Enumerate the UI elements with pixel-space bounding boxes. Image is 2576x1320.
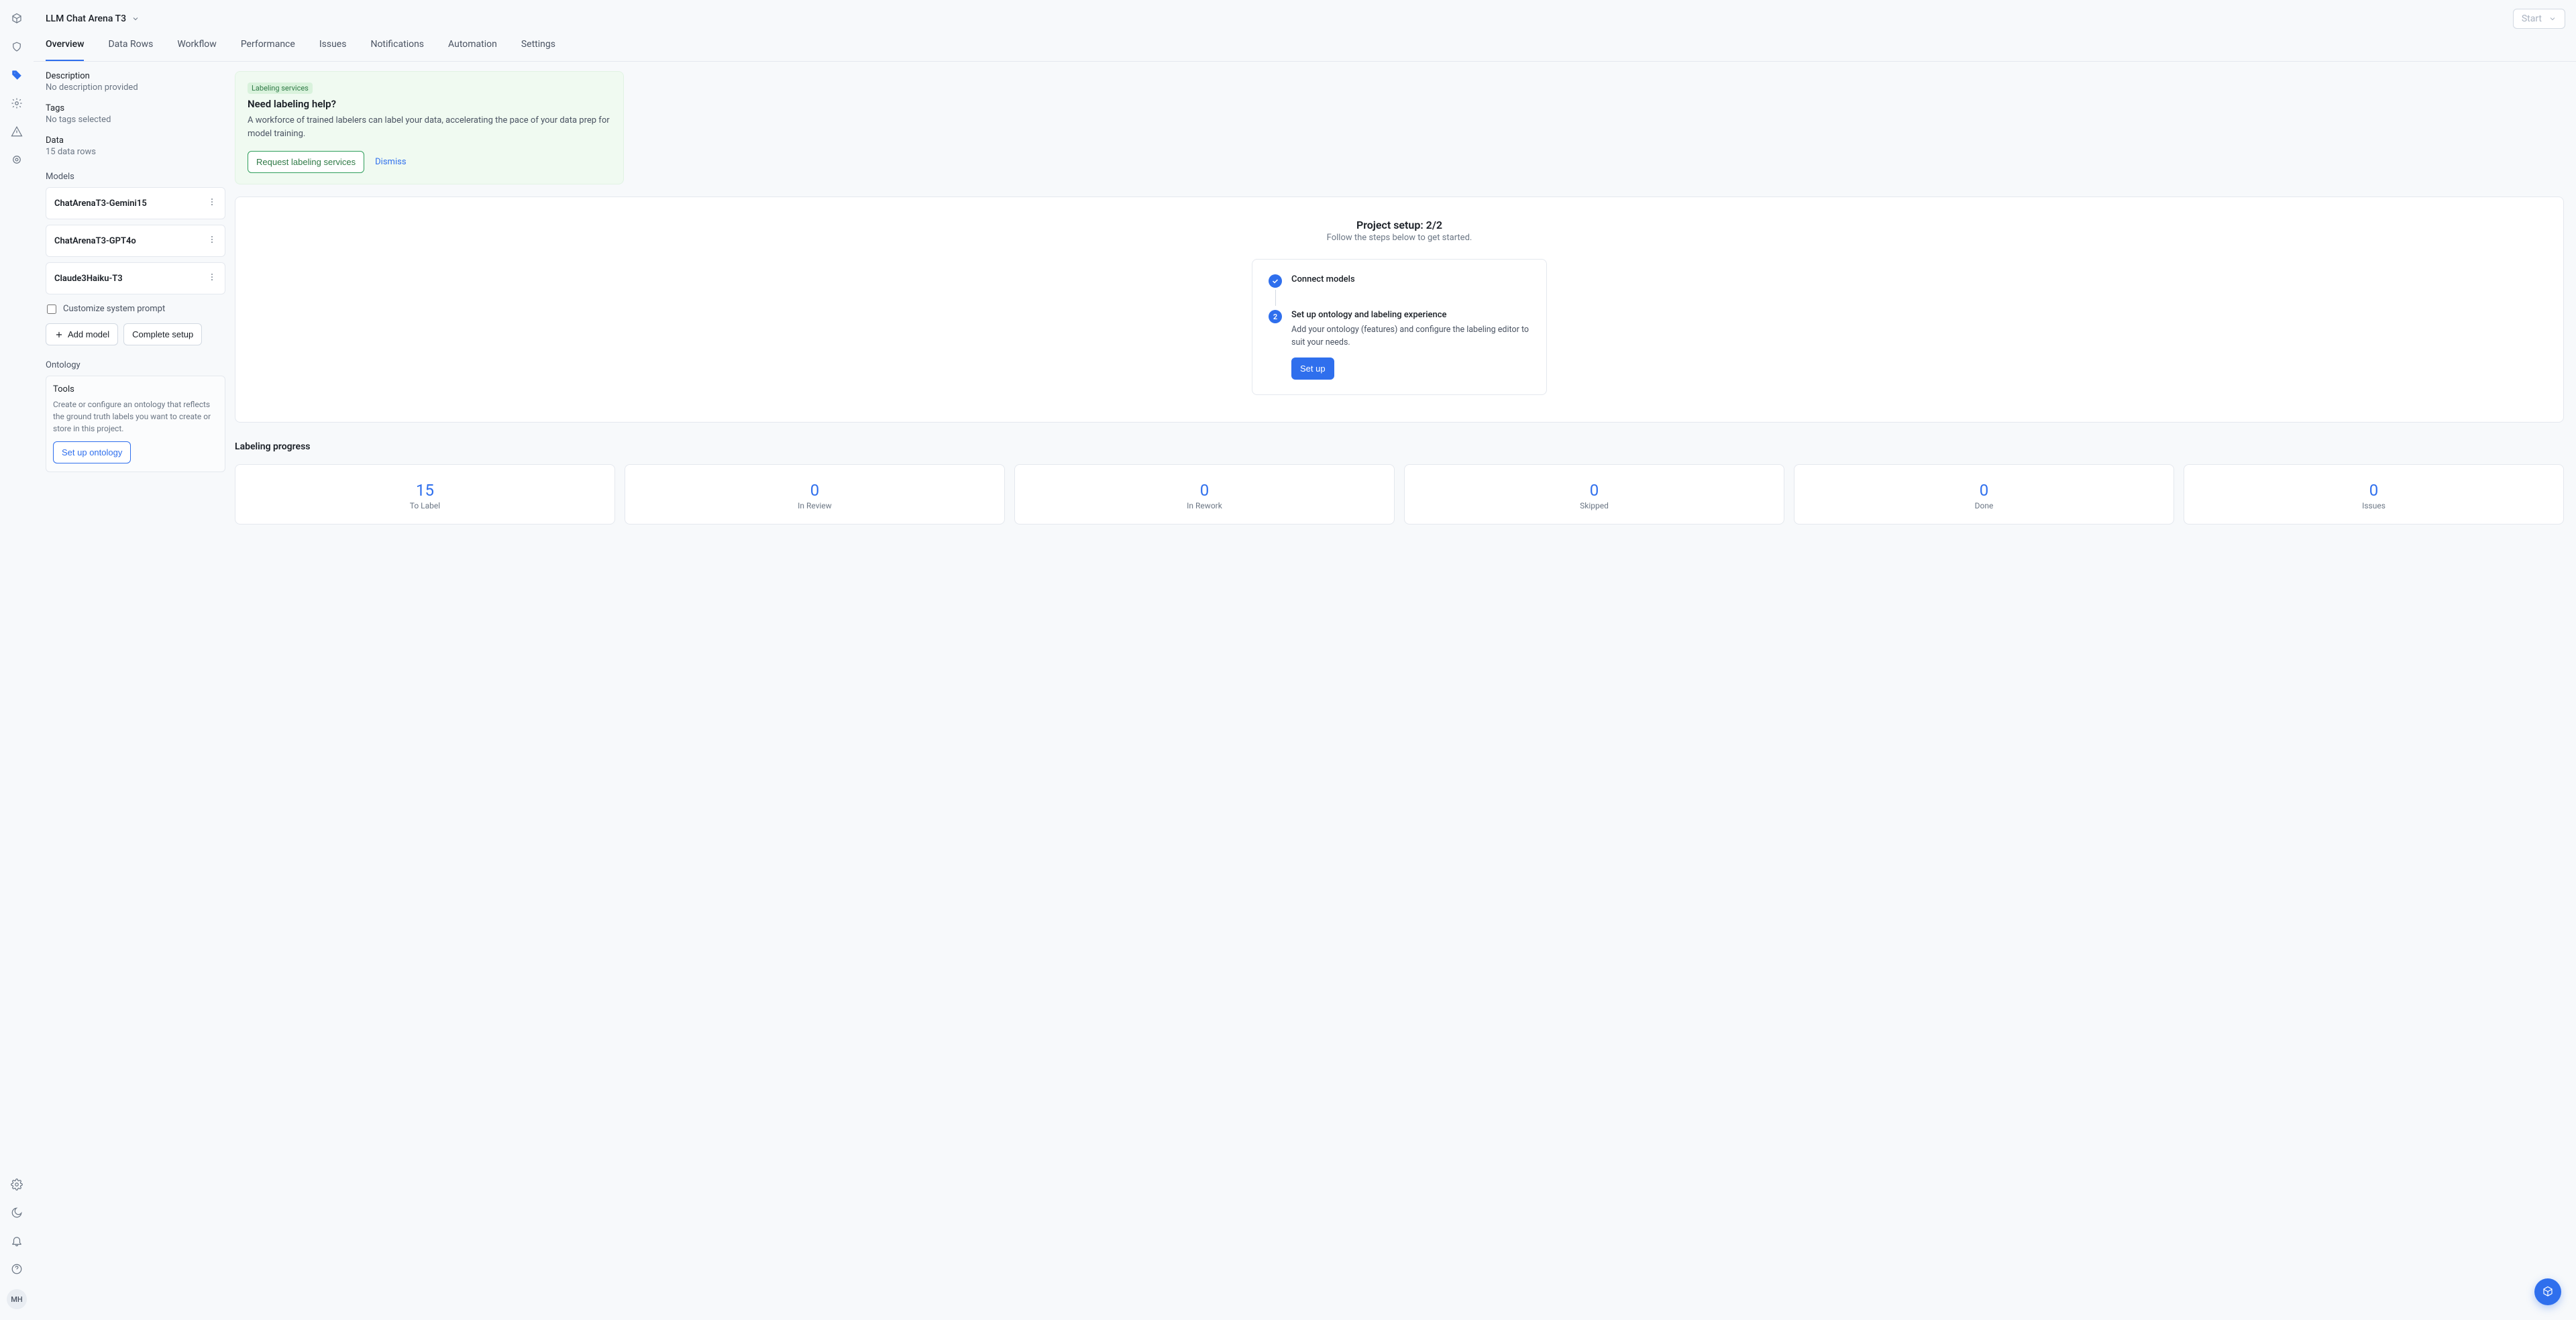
model-name: ChatArenaT3-GPT4o bbox=[54, 236, 136, 246]
kebab-icon[interactable] bbox=[207, 272, 217, 284]
project-title: LLM Chat Arena T3 bbox=[46, 13, 126, 24]
data-label: Data bbox=[46, 135, 225, 146]
setup-step-button[interactable]: Set up bbox=[1291, 358, 1334, 380]
step-setup-ontology: 2 Set up ontology and labeling experienc… bbox=[1269, 310, 1530, 380]
main-column: Labeling services Need labeling help? A … bbox=[235, 71, 2564, 525]
complete-setup-button[interactable]: Complete setup bbox=[123, 323, 202, 345]
setup-ontology-button[interactable]: Set up ontology bbox=[53, 441, 131, 463]
left-rail: MH bbox=[0, 0, 34, 1320]
tab-settings[interactable]: Settings bbox=[521, 38, 555, 61]
ontology-card: Tools Create or configure an ontology th… bbox=[46, 376, 225, 472]
tags-label: Tags bbox=[46, 103, 225, 113]
customize-prompt-checkbox[interactable] bbox=[47, 305, 56, 314]
model-card[interactable]: ChatArenaT3-Gemini15 bbox=[46, 187, 225, 219]
chevron-down-icon bbox=[131, 15, 140, 23]
banner-badge: Labeling services bbox=[248, 82, 313, 94]
tab-bar: Overview Data Rows Workflow Performance … bbox=[34, 38, 2576, 62]
step-connect-models: Connect models bbox=[1269, 274, 1530, 288]
model-card[interactable]: ChatArenaT3-GPT4o bbox=[46, 225, 225, 257]
stat-card-skipped[interactable]: 0 Skipped bbox=[1404, 464, 1784, 525]
step-connector bbox=[1275, 290, 1276, 306]
cube-icon[interactable] bbox=[9, 11, 25, 27]
step-number-badge: 2 bbox=[1269, 310, 1282, 323]
moon-icon[interactable] bbox=[9, 1205, 25, 1221]
gear-outline-icon[interactable] bbox=[9, 95, 25, 111]
kebab-icon[interactable] bbox=[207, 197, 217, 209]
tags-value: No tags selected bbox=[46, 115, 225, 125]
setup-subtitle: Follow the steps below to get started. bbox=[1327, 233, 1472, 243]
help-icon[interactable] bbox=[9, 1261, 25, 1277]
tab-overview[interactable]: Overview bbox=[46, 38, 84, 61]
model-card[interactable]: Claude3Haiku-T3 bbox=[46, 262, 225, 294]
stat-card-in-review[interactable]: 0 In Review bbox=[625, 464, 1005, 525]
banner-title: Need labeling help? bbox=[248, 98, 611, 110]
eye-gear-icon[interactable] bbox=[9, 152, 25, 168]
project-setup-card: Project setup: 2/2 Follow the steps belo… bbox=[235, 197, 2564, 423]
models-heading: Models bbox=[46, 172, 225, 182]
start-button-label: Start bbox=[2522, 13, 2542, 24]
kebab-icon[interactable] bbox=[207, 235, 217, 247]
stat-card-done[interactable]: 0 Done bbox=[1794, 464, 2174, 525]
stat-card-to-label[interactable]: 15 To Label bbox=[235, 464, 615, 525]
chevron-down-icon bbox=[2548, 15, 2557, 23]
setup-title: Project setup: 2/2 bbox=[1356, 219, 1442, 231]
cube-icon bbox=[2542, 1286, 2554, 1298]
description-label: Description bbox=[46, 71, 225, 81]
customize-prompt-row[interactable]: Customize system prompt bbox=[47, 304, 225, 314]
add-model-button[interactable]: Add model bbox=[46, 323, 118, 345]
setup-steps: Connect models 2 Set up ontology and lab… bbox=[1252, 259, 1547, 395]
plus-icon bbox=[54, 330, 64, 339]
settings-icon[interactable] bbox=[9, 1176, 25, 1193]
help-fab[interactable] bbox=[2534, 1278, 2561, 1305]
tab-notifications[interactable]: Notifications bbox=[370, 38, 424, 61]
top-bar: LLM Chat Arena T3 Start bbox=[34, 0, 2576, 38]
data-value: 15 data rows bbox=[46, 147, 225, 157]
warning-icon[interactable] bbox=[9, 123, 25, 140]
stat-card-issues[interactable]: 0 Issues bbox=[2184, 464, 2564, 525]
tag-icon[interactable] bbox=[9, 67, 25, 83]
bell-icon[interactable] bbox=[9, 1233, 25, 1249]
project-title-dropdown[interactable]: LLM Chat Arena T3 bbox=[46, 13, 140, 24]
user-avatar[interactable]: MH bbox=[7, 1289, 27, 1309]
request-services-button[interactable]: Request labeling services bbox=[248, 151, 364, 173]
side-panel: Description No description provided Tags… bbox=[46, 71, 225, 472]
tab-automation[interactable]: Automation bbox=[448, 38, 497, 61]
start-button[interactable]: Start bbox=[2513, 9, 2565, 29]
ontology-heading: Ontology bbox=[46, 360, 225, 370]
tab-data-rows[interactable]: Data Rows bbox=[108, 38, 153, 61]
ontology-desc: Create or configure an ontology that ref… bbox=[53, 398, 218, 435]
check-icon bbox=[1269, 274, 1282, 288]
progress-stats-row: 15 To Label 0 In Review 0 In Rework 0 Sk… bbox=[235, 464, 2564, 525]
progress-title: Labeling progress bbox=[235, 441, 2564, 452]
tab-workflow[interactable]: Workflow bbox=[177, 38, 217, 61]
ontology-tools-label: Tools bbox=[53, 384, 218, 394]
description-value: No description provided bbox=[46, 82, 225, 93]
stat-card-in-rework[interactable]: 0 In Rework bbox=[1014, 464, 1395, 525]
tab-issues[interactable]: Issues bbox=[319, 38, 347, 61]
model-name: ChatArenaT3-Gemini15 bbox=[54, 199, 147, 209]
tab-performance[interactable]: Performance bbox=[241, 38, 295, 61]
dismiss-link[interactable]: Dismiss bbox=[375, 157, 406, 167]
shield-stack-icon[interactable] bbox=[9, 39, 25, 55]
model-name: Claude3Haiku-T3 bbox=[54, 274, 123, 284]
labeling-services-banner: Labeling services Need labeling help? A … bbox=[235, 71, 624, 184]
banner-body: A workforce of trained labelers can labe… bbox=[248, 114, 611, 140]
customize-prompt-label: Customize system prompt bbox=[63, 304, 165, 314]
